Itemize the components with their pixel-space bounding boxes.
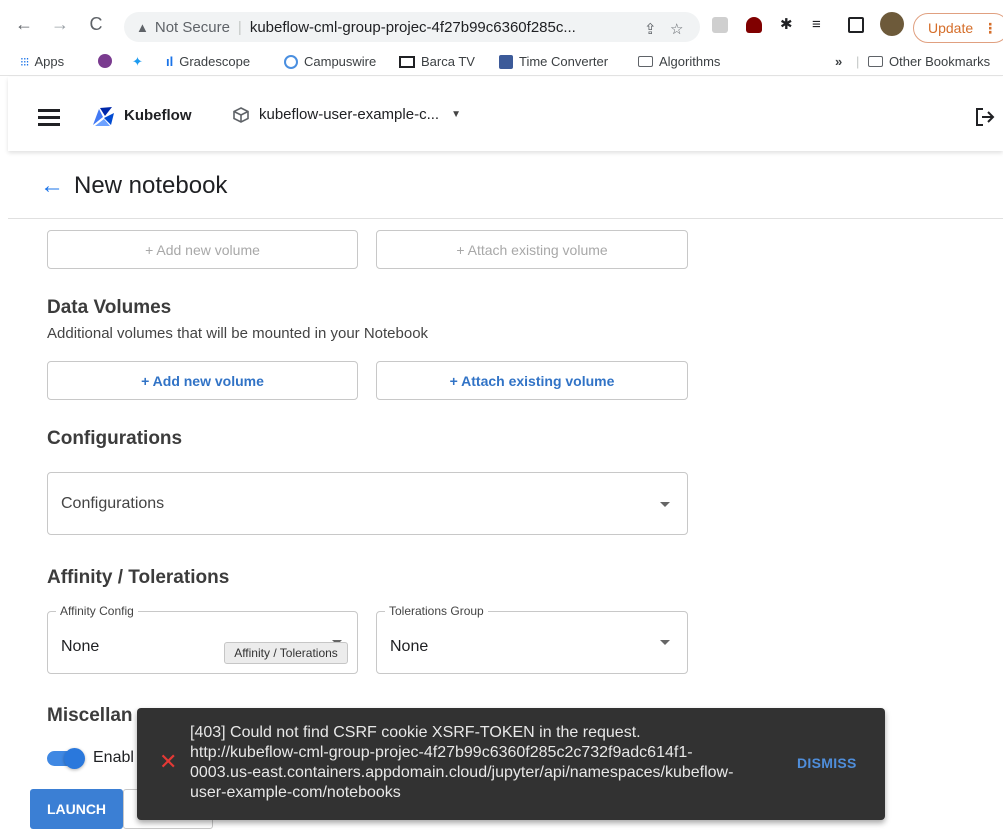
bookmark-time-converter[interactable]: Time Converter [499,54,608,69]
data-add-volume-button[interactable]: + Add new volume [47,361,358,400]
bookmark-twitter[interactable]: ✦ [132,54,149,70]
ublock-icon[interactable] [746,17,762,33]
data-volumes-subtitle: Additional volumes that will be mounted … [47,325,429,342]
affinity-title: Affinity / Tolerations [47,567,230,588]
twitter-icon: ✦ [132,54,143,69]
error-icon: ✕ [159,749,178,774]
update-label: Update [928,20,974,36]
logout-icon[interactable] [974,107,996,127]
reading-list-icon[interactable]: ≡ [812,17,828,33]
address-bar[interactable]: ▲ Not Secure | kubeflow-cml-group-projec… [124,12,700,42]
extension-icon[interactable] [712,17,728,33]
browser-toolbar: ← → C ▲ Not Secure | kubeflow-cml-group-… [0,0,1003,48]
puzzle-icon[interactable]: ✱ [780,17,796,33]
dismiss-button[interactable]: DISMISS [797,755,857,771]
kubeflow-logo-icon [93,107,114,126]
misc-title: Miscellan [47,705,133,726]
app-header: Kubeflow kubeflow-user-example-c... ▼ [8,77,1003,151]
folder-icon [638,56,653,67]
share-icon[interactable]: ⇪ [644,20,657,38]
affinity-config-label: Affinity Config [56,604,138,618]
dropdown-arrow-icon [660,502,670,507]
tolerations-group-value: None [390,638,429,655]
forward-icon[interactable]: → [50,14,70,34]
divider [8,218,1003,219]
side-panel-icon[interactable] [848,17,864,33]
url-text: kubeflow-cml-group-projec-4f27b99c6360f2… [249,18,576,36]
dropdown-arrow-icon [660,640,670,645]
bookmark-algorithms[interactable]: Algorithms [638,54,720,69]
bookmark-campuswire[interactable]: Campuswire [284,54,376,69]
site-icon [98,54,112,68]
misc-toggle-label: Enabl [93,749,134,766]
workspace-attach-volume-button[interactable]: + Attach existing volume [376,230,688,269]
configurations-title: Configurations [47,428,183,449]
configurations-placeholder: Configurations [61,495,165,512]
back-icon[interactable]: ← [14,14,34,34]
tv-icon [399,55,415,68]
bookmark-apps[interactable]: ⁝⁝⁝ Apps [20,54,64,69]
data-volumes-title: Data Volumes [47,297,172,318]
apps-grid-icon: ⁝⁝⁝ [20,54,30,69]
affinity-tooltip: Affinity / Tolerations [224,642,348,664]
namespace-label: kubeflow-user-example-c... [259,106,440,123]
page-header: ← New notebook [40,172,227,200]
back-arrow-icon[interactable]: ← [40,173,64,199]
chevron-down-icon: ▼ [451,109,461,120]
bookmark-gradescope[interactable]: ıl Gradescope [166,54,250,69]
warning-icon: ▲ [136,19,149,35]
error-snackbar: ✕ [403] Could not find CSRF cookie XSRF-… [137,708,885,820]
bookmark-site-icon[interactable] [98,54,118,68]
update-button[interactable]: Update ⋮ [913,13,1003,43]
bar-chart-icon: ıl [166,54,174,69]
bookmark-barca-tv[interactable]: Barca TV [399,54,475,69]
misc-toggle-thumb[interactable] [64,748,85,769]
tolerations-group-select[interactable]: Tolerations Group None [376,604,688,674]
configurations-select[interactable]: Configurations [47,472,688,535]
security-label: Not Secure [154,18,230,36]
avatar[interactable] [880,12,904,36]
workspace-add-volume-button[interactable]: + Add new volume [47,230,358,269]
bookmarks-bar: ⁝⁝⁝ Apps ✦ ıl Gradescope Campuswire Barc… [0,48,1003,76]
bookmark-other[interactable]: Other Bookmarks [868,54,990,69]
data-attach-volume-button[interactable]: + Attach existing volume [376,361,688,400]
page-title: New notebook [74,172,228,199]
tolerations-group-label: Tolerations Group [385,604,488,618]
star-icon[interactable]: ☆ [670,20,683,38]
time-converter-icon [499,54,513,69]
campuswire-icon [284,54,298,69]
more-icon: ⋮ [983,19,998,36]
cube-icon [233,106,249,123]
affinity-config-value: None [61,638,100,655]
reload-icon[interactable]: C [86,14,106,34]
snackbar-message: [403] Could not find CSRF cookie XSRF-TO… [190,724,734,801]
namespace-selector[interactable]: kubeflow-user-example-c... ▼ [233,106,461,123]
launch-button[interactable]: LAUNCH [30,789,123,829]
folder-icon [868,56,883,67]
bookmarks-overflow[interactable]: » [835,54,842,69]
menu-icon[interactable] [38,109,60,130]
brand-name: Kubeflow [124,107,192,124]
